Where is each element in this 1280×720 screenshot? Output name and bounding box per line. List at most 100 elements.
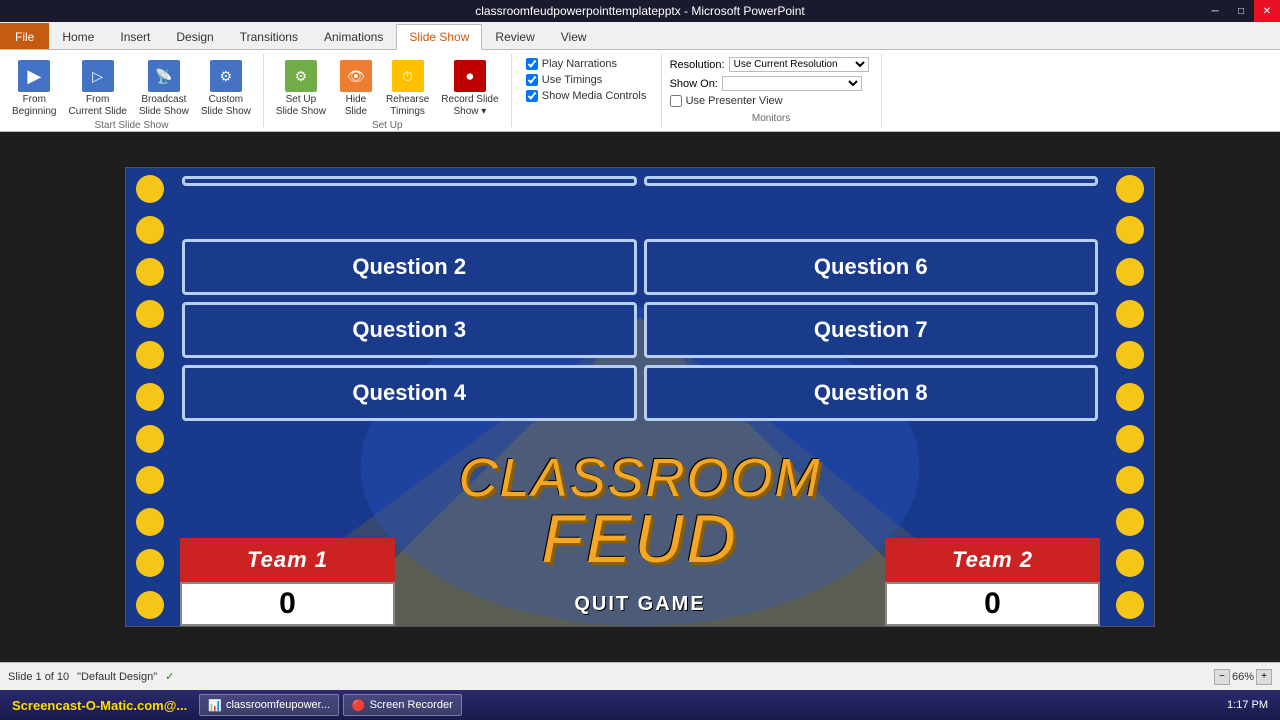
zoom-out-button[interactable]: − [1214, 669, 1230, 685]
from-beginning-button[interactable]: ▶ FromBeginning [8, 58, 60, 120]
status-left: Slide 1 of 10 "Default Design" ✓ [8, 670, 174, 683]
broadcast-icon: 📡 [148, 60, 180, 92]
rehearse-label: RehearseTimings [386, 94, 429, 118]
play-narrations-checkbox[interactable]: Play Narrations [526, 58, 617, 70]
dot [136, 300, 164, 328]
team1-button[interactable]: Team 1 [180, 538, 395, 582]
show-on-row: Show On: [670, 76, 873, 91]
ppt-label: classroomfeupower... [226, 699, 330, 711]
tab-transitions[interactable]: Transitions [227, 23, 311, 49]
team1-section: Team 1 0 [180, 538, 395, 626]
ribbon-group-options: Play Narrations Use Timings Show Media C… [512, 54, 662, 127]
tab-insert[interactable]: Insert [107, 23, 163, 49]
tab-animations[interactable]: Animations [311, 23, 396, 49]
from-current-button[interactable]: ▷ FromCurrent Slide [64, 58, 130, 120]
tab-review[interactable]: Review [482, 23, 547, 49]
recorder-taskbar-item[interactable]: 🔴 Screen Recorder [343, 694, 462, 716]
from-beginning-label: FromBeginning [12, 94, 56, 118]
slide-info: Slide 1 of 10 [8, 671, 69, 683]
dot [1116, 466, 1144, 494]
question-1-button[interactable] [182, 176, 637, 186]
show-media-input[interactable] [526, 90, 538, 102]
hide-slide-button[interactable]: 👁 HideSlide [334, 58, 378, 120]
custom-show-button[interactable]: ⚙ CustomSlide Show [197, 58, 255, 120]
presenter-view-input[interactable] [670, 95, 682, 107]
use-timings-input[interactable] [526, 74, 538, 86]
question-2-label: Question 2 [352, 254, 466, 280]
zoom-in-button[interactable]: + [1256, 669, 1272, 685]
show-on-label: Show On: [670, 78, 718, 90]
resolution-label: Resolution: [670, 59, 725, 71]
powerpoint-taskbar-item[interactable]: 📊 classroomfeupower... [199, 694, 339, 716]
question-2-button[interactable]: Question 2 [182, 239, 637, 295]
team2-score-value: 0 [984, 587, 1001, 621]
hide-label: HideSlide [345, 94, 367, 118]
record-slideshow-button[interactable]: ⏺ Record SlideShow ▾ [437, 58, 502, 120]
team2-label: Team 2 [952, 547, 1033, 572]
title-feud: FEUD [458, 505, 821, 573]
custom-show-icon: ⚙ [210, 60, 242, 92]
setup-slideshow-button[interactable]: ⚙ Set UpSlide Show [272, 58, 330, 120]
close-button[interactable]: ✕ [1254, 0, 1280, 22]
status-right: − 66% + [1214, 669, 1272, 685]
team1-score: 0 [180, 582, 395, 626]
bottom-section: CLASSROOM FEUD Team 1 0 Team 2 0 [180, 461, 1100, 626]
dot [1116, 549, 1144, 577]
dot [1116, 341, 1144, 369]
question-8-button[interactable]: Question 8 [644, 365, 1099, 421]
dot [1116, 216, 1144, 244]
slide: Question 2 Question 6 Question 3 Questio… [125, 167, 1155, 627]
ribbon-tabs: File Home Insert Design Transitions Anim… [0, 22, 1280, 50]
from-current-label: FromCurrent Slide [68, 94, 126, 118]
tab-design[interactable]: Design [163, 23, 226, 49]
question-3-button[interactable]: Question 3 [182, 302, 637, 358]
record-label: Record SlideShow ▾ [441, 94, 498, 118]
recorder-icon: 🔴 [352, 699, 366, 712]
quit-game-button[interactable]: QUIT GAME [530, 582, 750, 626]
presenter-view-checkbox[interactable]: Use Presenter View [670, 95, 873, 107]
hide-icon: 👁 [340, 60, 372, 92]
show-media-controls-checkbox[interactable]: Show Media Controls [526, 90, 647, 102]
tab-home[interactable]: Home [49, 23, 107, 49]
dot [1116, 383, 1144, 411]
custom-show-label: CustomSlide Show [201, 94, 251, 118]
setup-label: Set UpSlide Show [276, 94, 326, 118]
dot [1116, 591, 1144, 619]
broadcast-button[interactable]: 📡 BroadcastSlide Show [135, 58, 193, 120]
question-6-button[interactable]: Question 6 [644, 239, 1099, 295]
dot [1116, 425, 1144, 453]
question-5-button[interactable] [644, 176, 1099, 186]
slide-area: Question 2 Question 6 Question 3 Questio… [0, 132, 1280, 662]
window-title: classroomfeudpowerpointtemplatepptx - Mi… [475, 4, 804, 18]
question-4-label: Question 4 [352, 380, 466, 406]
team2-score: 0 [885, 582, 1100, 626]
question-4-button[interactable]: Question 4 [182, 365, 637, 421]
game-title: CLASSROOM FEUD [458, 451, 821, 573]
ribbon-group-start-slideshow: ▶ FromBeginning ▷ FromCurrent Slide 📡 Br… [0, 54, 264, 127]
tab-slideshow[interactable]: Slide Show [396, 24, 482, 50]
team2-button[interactable]: Team 2 [885, 538, 1100, 582]
question-8-label: Question 8 [814, 380, 928, 406]
question-7-button[interactable]: Question 7 [644, 302, 1099, 358]
right-dot-column [1106, 168, 1154, 626]
record-icon: ⏺ [454, 60, 486, 92]
taskbar: Screencast-O-Matic.com@... 📊 classroomfe… [0, 690, 1280, 720]
rehearse-timings-button[interactable]: ⏱ RehearseTimings [382, 58, 433, 120]
ribbon-content: ▶ FromBeginning ▷ FromCurrent Slide 📡 Br… [0, 50, 1280, 132]
resolution-select[interactable]: Use Current Resolution [729, 57, 869, 72]
dot [136, 466, 164, 494]
system-time: 1:17 PM [1219, 699, 1276, 711]
question-7-label: Question 7 [814, 317, 928, 343]
title-bar: classroomfeudpowerpointtemplatepptx - Mi… [0, 0, 1280, 22]
show-on-select[interactable] [722, 76, 862, 91]
minimize-button[interactable]: ─ [1202, 0, 1228, 22]
dot [136, 591, 164, 619]
maximize-button[interactable]: □ [1228, 0, 1254, 22]
tab-file[interactable]: File [0, 23, 49, 49]
play-narrations-input[interactable] [526, 58, 538, 70]
tab-view[interactable]: View [548, 23, 600, 49]
use-timings-checkbox[interactable]: Use Timings [526, 74, 603, 86]
spell-check-icon: ✓ [165, 670, 174, 683]
dot [136, 341, 164, 369]
dot [136, 383, 164, 411]
